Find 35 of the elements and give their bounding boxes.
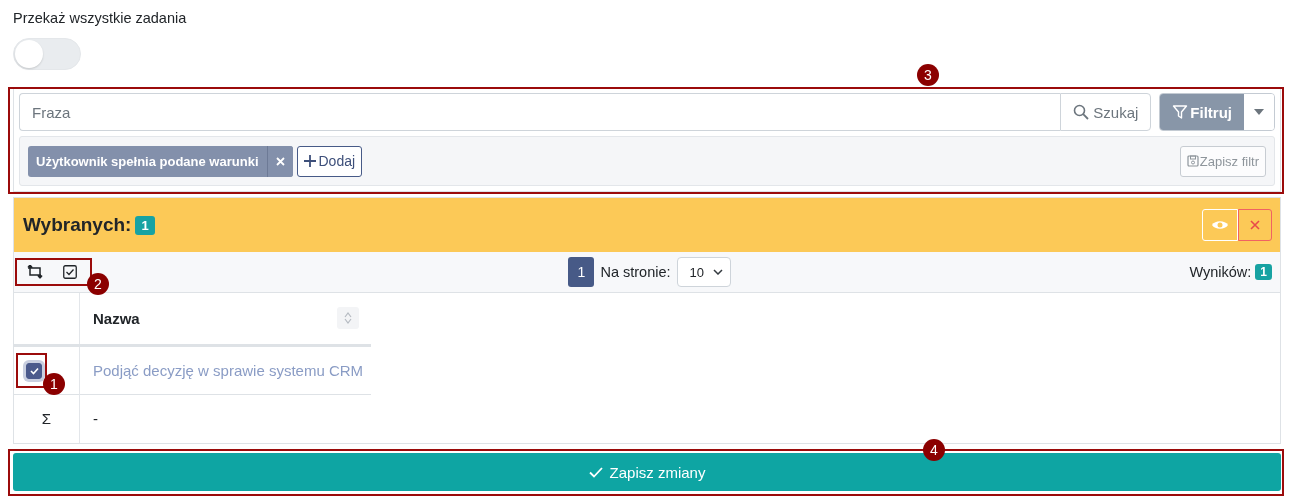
- caret-icon: [1254, 109, 1264, 115]
- callout-number: 4: [923, 439, 945, 461]
- sum-value: -: [92, 410, 98, 428]
- page-button[interactable]: 1: [568, 257, 595, 287]
- close-icon: [1250, 220, 1260, 230]
- task-link[interactable]: Podjąć decyzję w sprawie systemu CRM: [80, 361, 364, 379]
- chevron-down-icon: [712, 269, 723, 275]
- funnel-icon: [1172, 104, 1189, 120]
- checkmark-icon: [588, 466, 603, 478]
- results-label: Wyników:: [1189, 264, 1252, 280]
- sum-symbol: Σ: [41, 410, 52, 428]
- filter-button[interactable]: Filtruj: [1160, 94, 1244, 130]
- add-button[interactable]: Dodaj: [296, 145, 363, 177]
- row-checkbox[interactable]: [26, 363, 42, 379]
- per-page-label: Na stronie:: [600, 264, 671, 280]
- close-icon: [275, 157, 285, 166]
- checkmark-icon: [29, 367, 39, 375]
- callout-number: 3: [917, 64, 939, 86]
- results-count: 1: [1255, 264, 1272, 280]
- selection-count: 1: [135, 215, 155, 235]
- plus-icon: [303, 155, 316, 167]
- remove-condition-button[interactable]: [266, 145, 293, 177]
- search-icon: [1073, 104, 1090, 120]
- per-page-select[interactable]: 10: [676, 257, 731, 287]
- callout-number: 1: [43, 373, 65, 395]
- toggle-switch[interactable]: [13, 38, 81, 70]
- checkbox-icon[interactable]: [63, 265, 77, 279]
- selection-title: Wybranych:: [23, 214, 132, 236]
- sort-icon: [344, 312, 352, 325]
- clear-selection-button[interactable]: [1238, 209, 1272, 241]
- search-button[interactable]: Szukaj: [1060, 93, 1152, 131]
- eye-icon: [1211, 219, 1229, 231]
- column-header: Nazwa: [93, 309, 140, 327]
- search-field[interactable]: Fraza: [19, 93, 1061, 131]
- toggle-label: Przekaż wszystkie zadania: [13, 9, 187, 27]
